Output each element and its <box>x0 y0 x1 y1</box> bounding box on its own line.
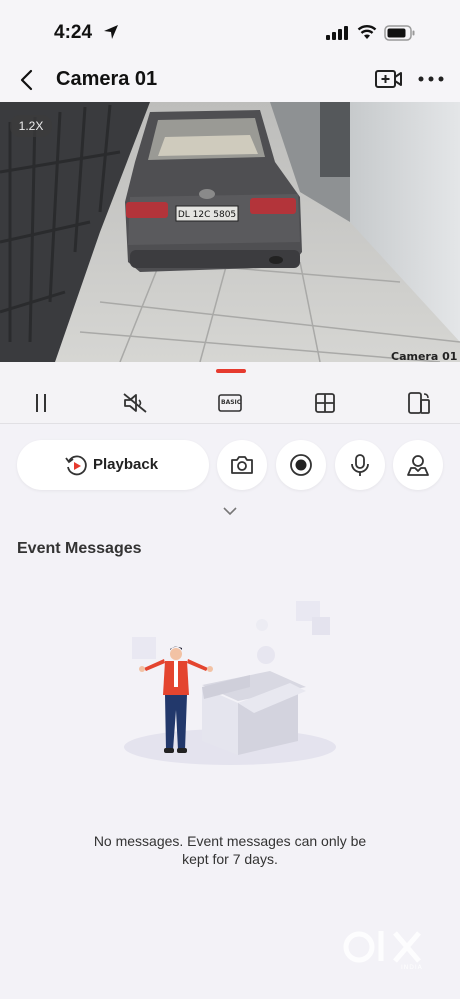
rotate-fullscreen-icon[interactable] <box>406 391 432 415</box>
empty-state-message: No messages. Event messages can only be … <box>40 832 420 868</box>
status-bar: 4:24 <box>0 0 460 60</box>
pause-icon[interactable] <box>28 391 54 415</box>
video-quality-button[interactable]: BASIC <box>217 391 243 415</box>
battery-icon <box>384 25 415 41</box>
live-video-feed[interactable]: DL 12C 5805 <box>0 102 460 362</box>
snapshot-button[interactable] <box>217 440 267 490</box>
empty-state-line-1: No messages. Event messages can only be <box>93 833 367 849</box>
wifi-icon <box>357 25 377 39</box>
mute-speaker-icon[interactable] <box>122 391 148 415</box>
empty-state-line-2: kept for 7 days. <box>182 851 278 867</box>
add-camera-icon[interactable] <box>374 67 404 91</box>
playback-replay-icon <box>65 455 87 476</box>
camera-scene-image: DL 12C 5805 <box>0 102 460 362</box>
cellular-signal-icon <box>326 26 348 40</box>
microphone-icon <box>351 454 369 476</box>
event-messages-heading: Event Messages <box>17 540 142 557</box>
more-options-icon[interactable] <box>418 75 444 83</box>
quality-label: BASIC <box>221 399 242 406</box>
playback-button[interactable]: Playback <box>17 440 209 490</box>
playback-label: Playback <box>93 456 159 473</box>
ptz-button[interactable] <box>393 440 443 490</box>
record-icon <box>290 454 312 476</box>
status-time: 4:24 <box>54 22 93 43</box>
person-location-icon <box>407 455 429 476</box>
zoom-level-badge: 1.2X <box>10 115 52 137</box>
page-title: Camera 01 <box>56 68 158 90</box>
split-view-grid-icon[interactable] <box>312 391 338 415</box>
svg-text:INDIA: INDIA <box>401 964 423 971</box>
empty-state-illustration <box>124 601 336 765</box>
license-plate-text: DL 12C 5805 <box>178 210 236 220</box>
talk-button[interactable] <box>335 440 385 490</box>
record-button[interactable] <box>276 440 326 490</box>
location-arrow-icon <box>104 25 118 39</box>
nav-bar: Camera 01 <box>0 60 460 102</box>
chevron-down-icon[interactable] <box>222 506 238 516</box>
olx-watermark-logo: INDIA <box>343 931 423 971</box>
back-chevron-icon[interactable] <box>18 68 36 92</box>
camera-snapshot-icon <box>231 456 253 474</box>
drag-handle[interactable] <box>216 369 246 373</box>
